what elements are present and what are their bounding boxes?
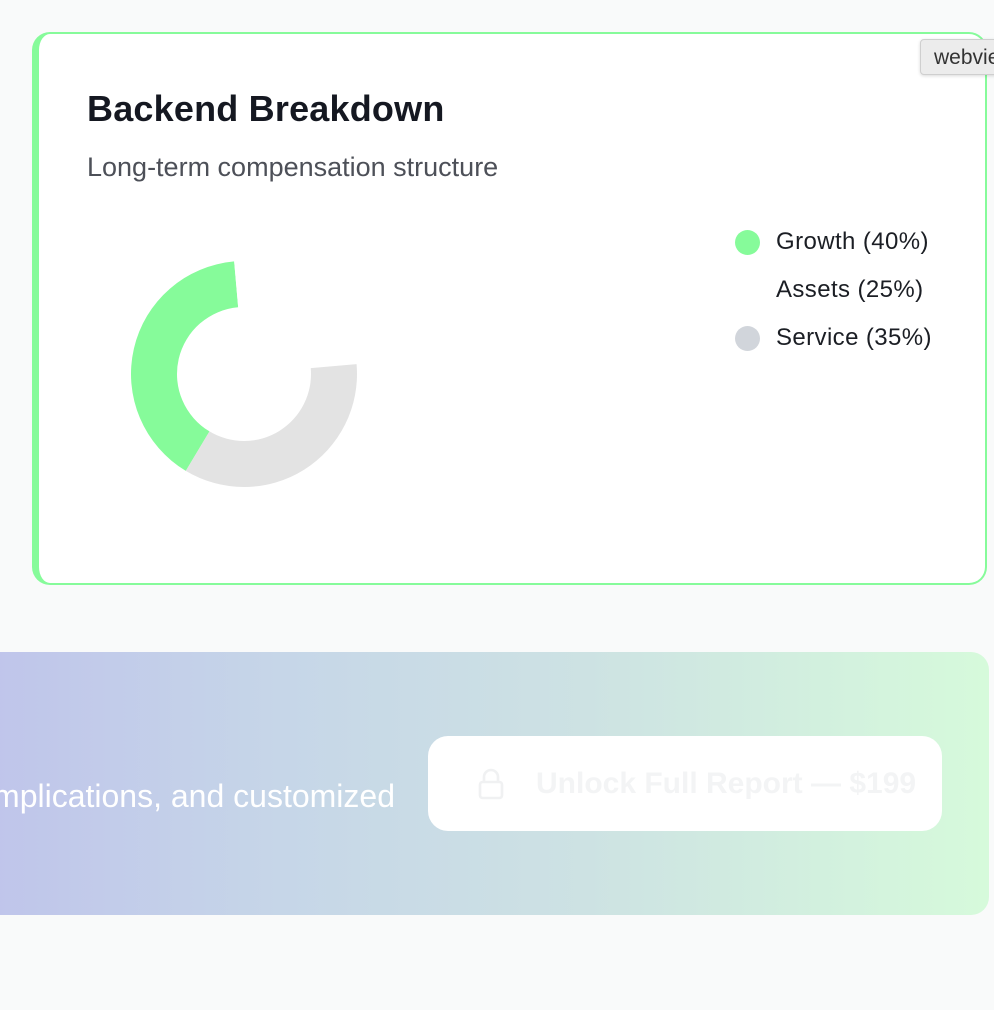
legend-label-growth: Growth (40%)	[776, 228, 929, 255]
donut-chart	[130, 261, 357, 487]
donut-slice-assets	[234, 261, 357, 369]
unlock-report-button[interactable]: Unlock Full Report — $199	[428, 736, 942, 831]
legend-item-growth: Growth (40%)	[735, 218, 985, 266]
legend-label-service: Service (35%)	[776, 324, 932, 351]
legend-item-service: Service (35%)	[735, 314, 985, 362]
legend-swatch-growth	[735, 229, 760, 255]
card-subtitle: Long-term compensation structure	[87, 152, 499, 182]
chart-legend: Growth (40%) Assets (25%) Service (35%)	[735, 218, 985, 362]
upsell-banner: mplications, and customized Unlock Full …	[0, 652, 989, 915]
legend-label-assets: Assets (25%)	[776, 276, 924, 303]
lock-icon	[478, 768, 504, 799]
breakdown-card: Backend Breakdown Long-term compensation…	[32, 32, 987, 585]
webview-tooltip: webview	[920, 39, 994, 75]
legend-swatch-assets	[735, 277, 760, 303]
donut-slice-service	[185, 364, 357, 487]
legend-swatch-service	[735, 325, 760, 351]
page: Backend Breakdown Long-term compensation…	[0, 0, 994, 1010]
unlock-button-label: Unlock Full Report — $199	[536, 766, 917, 800]
card-title: Backend Breakdown	[87, 88, 445, 129]
legend-item-assets: Assets (25%)	[735, 266, 985, 314]
banner-text: mplications, and customized	[0, 778, 395, 814]
